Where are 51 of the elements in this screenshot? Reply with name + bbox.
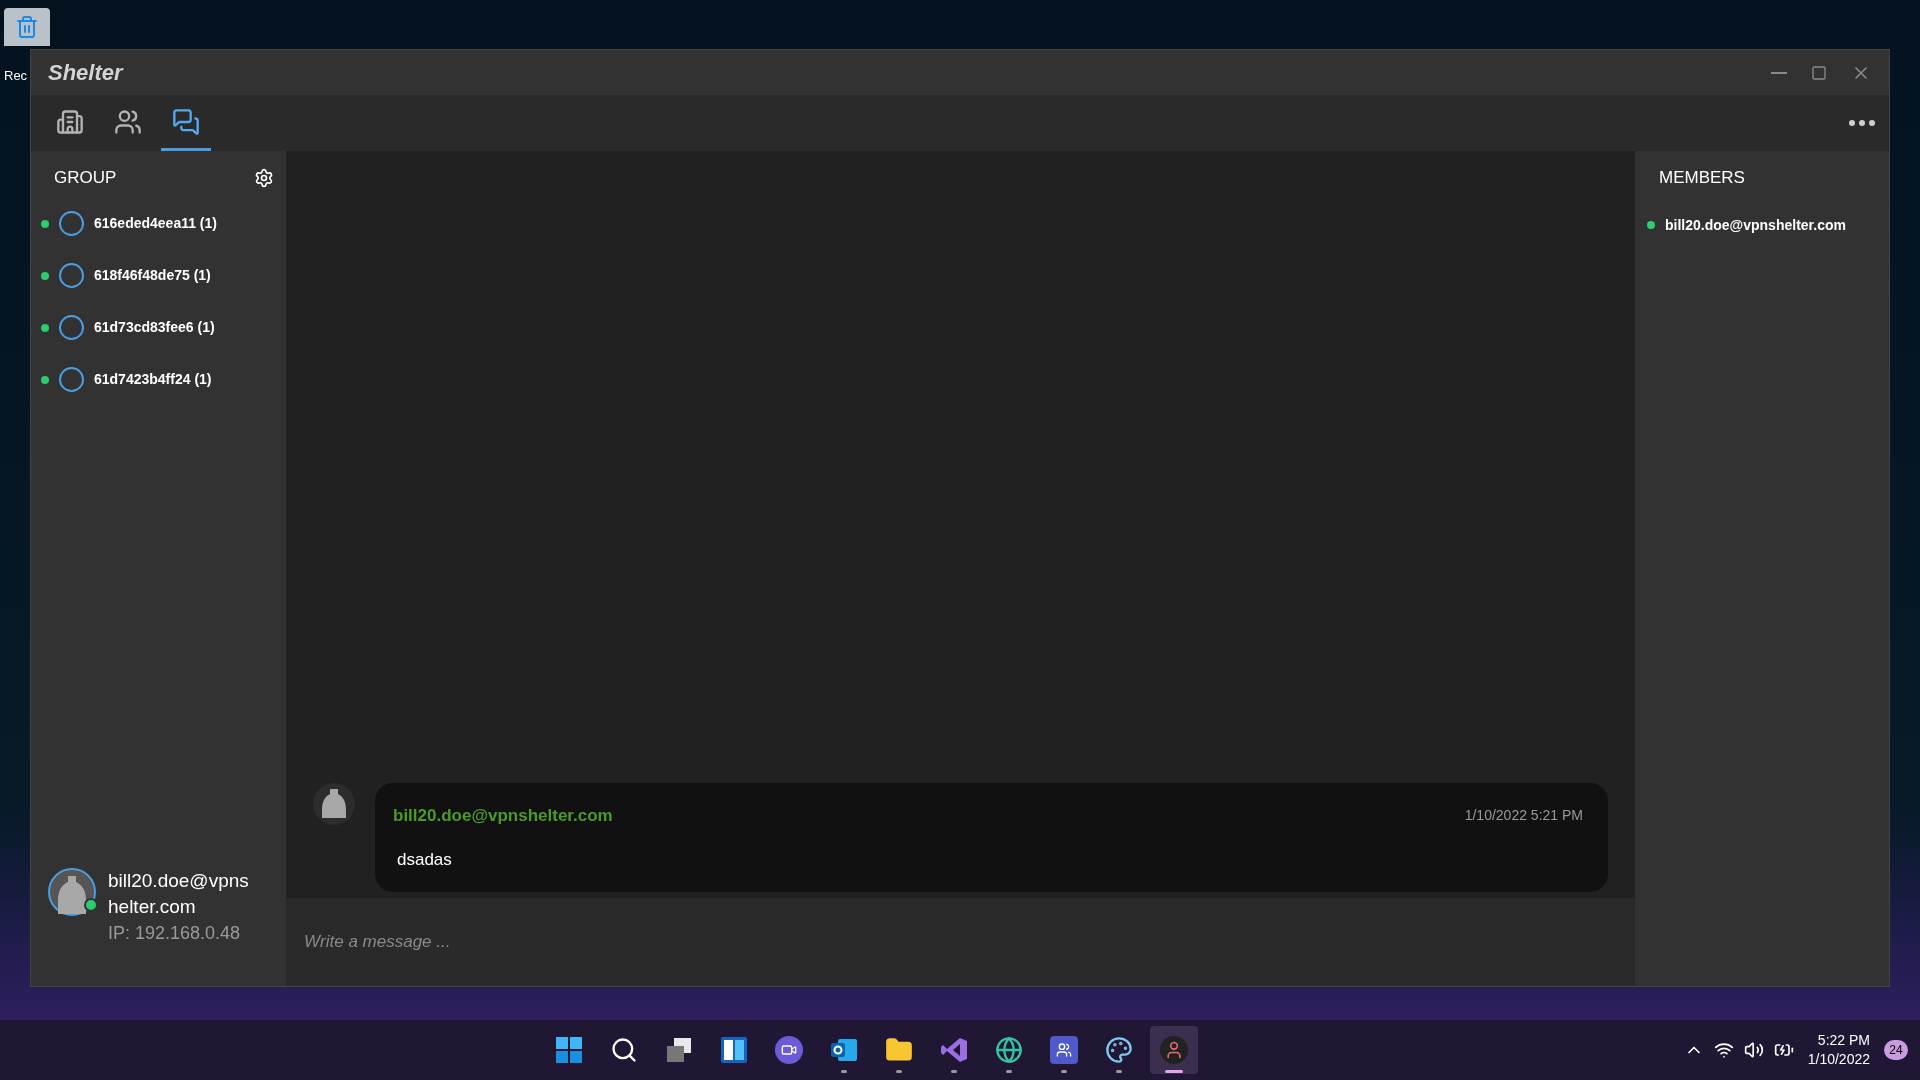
video-call-icon: [775, 1036, 804, 1064]
message-text: dsadas: [396, 848, 453, 871]
widgets-icon: [720, 1036, 749, 1064]
group-avatar-ring: [59, 367, 84, 392]
chat-icon: [172, 107, 200, 136]
window-title: Shelter: [48, 59, 123, 87]
group-name: 618f46f48de75 (1): [94, 266, 211, 285]
building-icon: [56, 107, 84, 136]
message-author: bill20.doe@vpnshelter.com: [393, 805, 613, 827]
group-avatar-ring: [59, 263, 84, 288]
message-input[interactable]: Write a message ...: [286, 898, 1635, 986]
group-item[interactable]: 61d73cd83fee6 (1): [31, 310, 286, 345]
group-item[interactable]: 618f46f48de75 (1): [31, 258, 286, 293]
maximize-icon: [1811, 64, 1827, 81]
windows-logo-icon: [555, 1036, 584, 1064]
user-name: bill20.doe@vpnshelter.com: [108, 869, 250, 919]
folder-icon: [885, 1036, 914, 1064]
notification-badge[interactable]: 24: [1884, 1040, 1908, 1060]
mail-app-icon: [830, 1036, 859, 1064]
group-avatar-ring: [59, 315, 84, 340]
team-chat-icon: [1050, 1036, 1079, 1064]
panel-heading: MEMBERS: [1658, 167, 1746, 189]
people-icon: [114, 107, 142, 136]
taskbar-app-button[interactable]: [1150, 1026, 1199, 1074]
volume-icon[interactable]: [1743, 1040, 1764, 1060]
clock[interactable]: 5:22 PM 1/10/2022: [1803, 1031, 1874, 1069]
group-avatar-ring: [59, 211, 84, 236]
sender-avatar: [313, 783, 355, 825]
panel-heading: GROUP: [54, 167, 117, 189]
user-ip: IP: 192.168.0.48: [108, 922, 242, 945]
group-settings-icon: [254, 167, 274, 188]
group-settings-button[interactable]: [254, 167, 274, 188]
message-time: 1/10/2022 5:21 PM: [1464, 806, 1583, 826]
more-button[interactable]: [1849, 120, 1875, 126]
group-item[interactable]: 61d7423b4ff24 (1): [31, 362, 286, 397]
group-name: 61d7423b4ff24 (1): [94, 370, 212, 389]
desktop-icon-label: Rec: [4, 67, 28, 85]
task-view-icon: [665, 1036, 694, 1064]
member-name: bill20.doe@vpnshelter.com: [1665, 215, 1846, 235]
more-icon: [1849, 120, 1875, 126]
palette-icon: [1105, 1036, 1134, 1064]
group-item[interactable]: 616eded4eea11 (1): [31, 206, 286, 241]
group-name: 61d73cd83fee6 (1): [94, 318, 215, 337]
person-silhouette-icon: [55, 874, 89, 914]
avatar-app-icon: [1160, 1036, 1189, 1064]
code-editor-icon: [940, 1036, 969, 1064]
browser-icon: [995, 1036, 1024, 1064]
group-name: 616eded4eea11 (1): [94, 214, 217, 233]
wifi-icon[interactable]: [1713, 1040, 1734, 1060]
minimize-icon: [1771, 71, 1787, 74]
search-icon: [610, 1036, 639, 1064]
